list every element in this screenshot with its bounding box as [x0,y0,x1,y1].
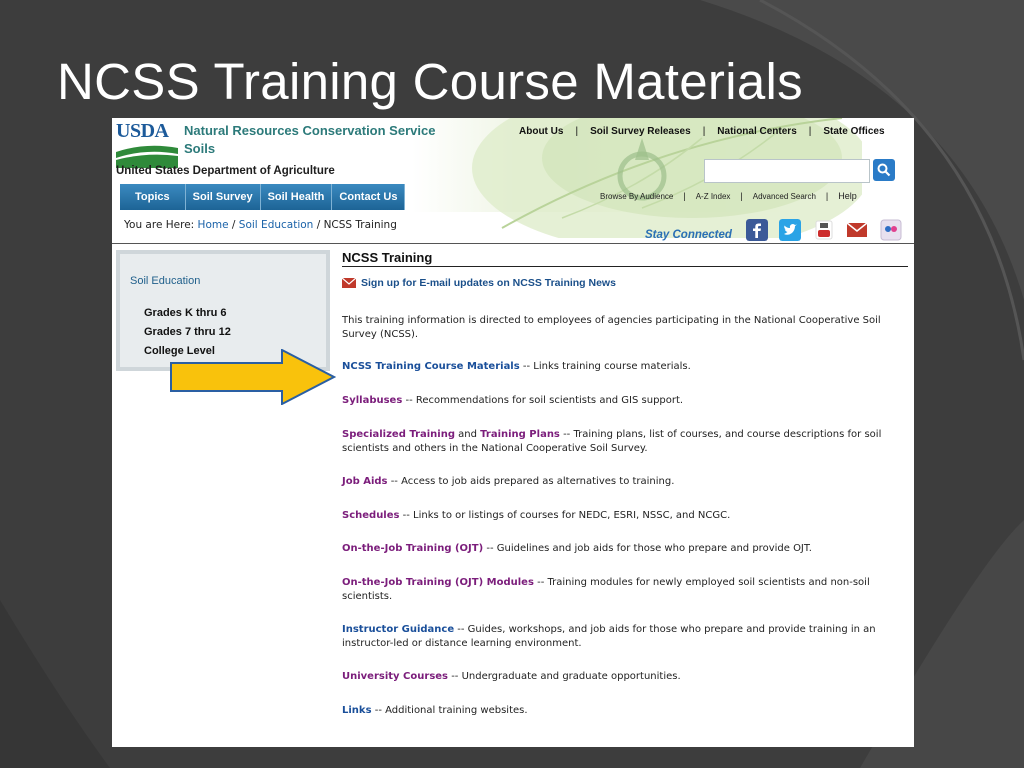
ojt-link[interactable]: On-the-Job Training (OJT) [342,543,483,554]
tab-soil-health[interactable]: Soil Health [260,184,333,210]
usda-logo-text: USDA [116,120,169,142]
advanced-search-link[interactable]: Advanced Search [753,192,816,201]
help-link[interactable]: Help [838,191,857,201]
tab-contact-us[interactable]: Contact Us [332,184,406,210]
syllabuses-link[interactable]: Syllabuses [342,395,402,406]
utility-separator: | [683,191,686,201]
breadcrumb: You are Here: Home / Soil Education / NC… [124,219,397,231]
list-item: Links -- Additional training websites. [342,704,902,718]
entry-connector: and [455,429,481,440]
email-icon [342,277,356,288]
list-item: Instructor Guidance -- Guides, workshops… [342,623,902,651]
top-links: About Us | Soil Survey Releases | Nation… [519,126,885,137]
ncss-course-materials-link[interactable]: NCSS Training Course Materials [342,361,520,372]
site-header: USDA Natural Resources Conservation Serv… [112,118,914,238]
tab-topics[interactable]: Topics [120,184,186,210]
top-link-soil-survey-releases[interactable]: Soil Survey Releases [590,126,691,137]
instructor-guidance-link[interactable]: Instructor Guidance [342,624,454,635]
breadcrumb-separator: / [231,219,236,231]
entry-description: -- Additional training websites. [371,705,528,716]
top-link-separator: | [702,126,706,137]
top-link-separator: | [808,126,812,137]
list-item: University Courses -- Undergraduate and … [342,670,902,684]
twitter-icon[interactable] [779,219,801,241]
tab-soil-survey[interactable]: Soil Survey [185,184,261,210]
training-plans-link[interactable]: Training Plans [480,429,560,440]
sidebar-item-grades-7-12[interactable]: Grades 7 thru 12 [144,326,231,338]
sidebar-item-grades-k-6[interactable]: Grades K thru 6 [144,307,227,319]
university-courses-link[interactable]: University Courses [342,671,448,682]
breadcrumb-home[interactable]: Home [198,219,229,231]
utility-links: Browse By Audience | A-Z Index | Advance… [600,191,857,201]
breadcrumb-current: NCSS Training [323,219,397,231]
department-name: United States Department of Agriculture [116,165,335,177]
slide-title: NCSS Training Course Materials [57,53,803,110]
email-signup-text: Sign up for E-mail updates on NCSS Train… [361,277,616,289]
page-title: NCSS Training [342,250,908,267]
email-signup-link[interactable]: Sign up for E-mail updates on NCSS Train… [342,275,908,291]
specialized-training-link[interactable]: Specialized Training [342,429,455,440]
agency-name-line1: Natural Resources Conservation Service [184,123,436,138]
list-item: Syllabuses -- Recommendations for soil s… [342,394,902,408]
email-icon[interactable] [846,219,868,241]
top-link-about-us[interactable]: About Us [519,126,563,137]
sidebar-title[interactable]: Soil Education [130,275,200,287]
main-content: NCSS Training Sign up for E-mail updates… [342,248,908,716]
list-item: NCSS Training Course Materials -- Links … [342,360,902,374]
main-nav: Topics Soil Survey Soil Health Contact U… [120,184,406,210]
header-divider [112,243,914,244]
stay-connected-label: Stay Connected [645,229,732,241]
entry-description: -- Undergraduate and graduate opportunit… [448,671,681,682]
browse-by-audience-link[interactable]: Browse By Audience [600,192,673,201]
entry-description: -- Access to job aids prepared as altern… [387,476,675,487]
utility-separator: | [740,191,743,201]
entry-description: -- Recommendations for soil scientists a… [402,395,684,406]
intro-text: This training information is directed to… [342,315,881,340]
search-icon [877,163,891,177]
list-item: On-the-Job Training (OJT) -- Guidelines … [342,542,902,556]
search-input[interactable] [704,159,870,183]
ojt-modules-link[interactable]: On-the-Job Training (OJT) Modules [342,577,534,588]
list-item: Specialized Training and Training Plans … [342,428,902,456]
list-item: Schedules -- Links to or listings of cou… [342,509,902,523]
list-item: Job Aids -- Access to job aids prepared … [342,475,902,489]
breadcrumb-prefix: You are Here: [124,219,195,231]
a-z-index-link[interactable]: A-Z Index [696,192,731,201]
search-button[interactable] [873,159,895,181]
job-aids-link[interactable]: Job Aids [342,476,388,487]
top-link-state-offices[interactable]: State Offices [823,126,884,137]
agency-name[interactable]: Natural Resources Conservation Service S… [184,122,435,158]
list-item: On-the-Job Training (OJT) Modules -- Tra… [342,576,902,604]
youtube-icon[interactable] [813,219,835,241]
agency-name-line2: Soils [184,141,216,156]
schedules-link[interactable]: Schedules [342,510,399,521]
utility-separator: | [825,191,829,201]
breadcrumb-soil-education[interactable]: Soil Education [239,219,314,231]
entry-description: -- Links training course materials. [519,361,691,372]
ncss-webpage-screenshot: USDA Natural Resources Conservation Serv… [112,118,914,747]
entry-description: -- Guidelines and job aids for those who… [483,543,812,554]
top-link-national-centers[interactable]: National Centers [717,126,796,137]
flickr-icon[interactable] [880,219,902,241]
callout-arrow-icon [170,349,336,405]
entry-description: -- Links to or listings of courses for N… [399,510,731,521]
facebook-icon[interactable] [746,219,768,241]
top-link-separator: | [575,126,579,137]
links-link[interactable]: Links [342,705,372,716]
breadcrumb-separator: / [316,219,321,231]
